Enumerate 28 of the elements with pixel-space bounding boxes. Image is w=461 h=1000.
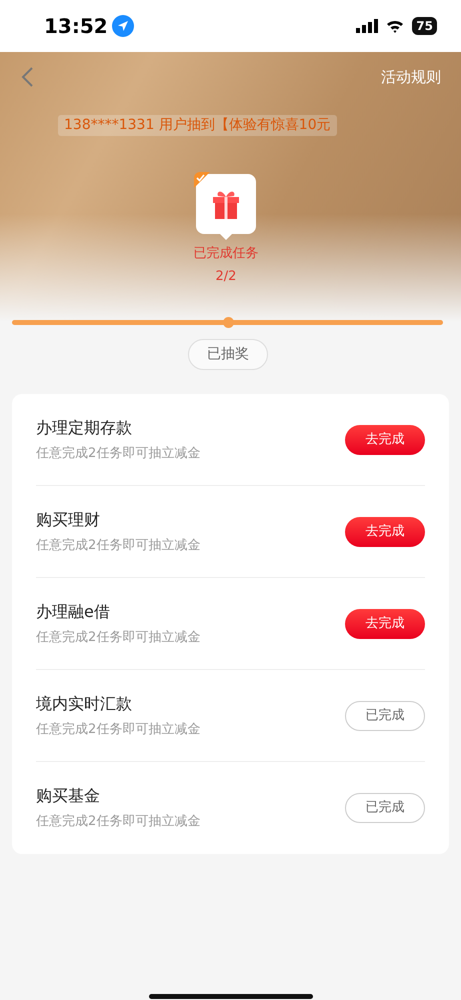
task-title: 办理定期存款 (36, 416, 133, 439)
task-title: 境内实时汇款 (36, 692, 133, 715)
task-hint: 任意完成2任务即可抽立减金 (36, 444, 200, 463)
milestone-count: 2/2 (216, 268, 236, 286)
go-complete-button[interactable]: 去完成 (345, 516, 425, 546)
wifi-icon (386, 19, 404, 33)
milestone-label: 已完成任务 (194, 244, 258, 262)
location-icon (112, 15, 134, 37)
completed-button[interactable]: 已完成 (345, 793, 425, 823)
task-title: 购买基金 (36, 785, 101, 808)
task-title: 购买理财 (36, 508, 101, 531)
rules-link[interactable]: 活动规则 (381, 66, 441, 88)
go-complete-button[interactable]: 去完成 (345, 424, 425, 454)
gift-icon (212, 188, 240, 218)
task-hint: 任意完成2任务即可抽立减金 (36, 628, 200, 647)
task-hint: 任意完成2任务即可抽立减金 (36, 536, 200, 555)
task-hint: 任意完成2任务即可抽立减金 (36, 720, 200, 739)
completed-button[interactable]: 已完成 (345, 700, 425, 730)
task-title: 办理融e借 (36, 600, 111, 623)
signal-icon (356, 19, 378, 33)
clock: 13:52 (44, 13, 108, 40)
battery-indicator: 75 (412, 17, 437, 35)
go-complete-button[interactable]: 去完成 (345, 608, 425, 638)
back-icon[interactable] (20, 66, 34, 88)
task-hint: 任意完成2任务即可抽立减金 (36, 813, 200, 832)
home-indicator[interactable] (148, 994, 312, 999)
prize-ticker: 138****1331 用户抽到【体验有惊喜10元 (58, 114, 337, 136)
draw-status: 已抽奖 (188, 339, 268, 370)
